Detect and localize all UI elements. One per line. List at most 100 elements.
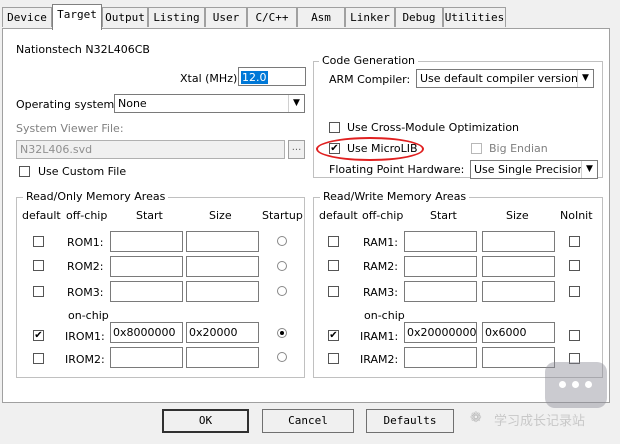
iram1-noinit-checkbox[interactable] <box>569 330 580 341</box>
ram3-size-input[interactable] <box>482 281 555 302</box>
rom3-size-input[interactable] <box>186 281 259 302</box>
ram2-label: RAM2: <box>363 260 398 273</box>
ram2-start-input[interactable] <box>404 256 477 277</box>
defaults-button[interactable]: Defaults <box>366 409 454 433</box>
chevron-down-icon: ▼ <box>288 95 304 112</box>
ram3-label: RAM3: <box>363 286 398 299</box>
compiler-label: ARM Compiler: <box>329 73 411 86</box>
ram1-start-input[interactable] <box>404 231 477 252</box>
watermark-badge-icon <box>545 362 607 408</box>
iram1-default-checkbox[interactable]: ✔ <box>328 330 339 341</box>
rw-header-noinit: NoInit <box>560 209 593 222</box>
ro-memory-title: Read/Only Memory Areas <box>23 190 169 203</box>
ro-header-default: default <box>22 209 61 222</box>
iram2-default-checkbox[interactable] <box>328 353 339 364</box>
ram1-noinit-checkbox[interactable] <box>569 236 580 247</box>
irom1-start-input[interactable]: 0x8000000 <box>110 322 183 343</box>
ram3-noinit-checkbox[interactable] <box>569 286 580 297</box>
iram1-label: IRAM1: <box>360 330 399 343</box>
rom3-default-checkbox[interactable] <box>33 286 44 297</box>
ram1-default-checkbox[interactable] <box>328 236 339 247</box>
custom-file-checkbox[interactable] <box>19 166 30 177</box>
irom2-startup-radio[interactable] <box>277 352 287 362</box>
ro-header-start: Start <box>136 209 163 222</box>
rom1-label: ROM1: <box>67 236 104 249</box>
ram1-label: RAM1: <box>363 236 398 249</box>
cancel-button[interactable]: Cancel <box>262 409 354 433</box>
ok-button[interactable]: OK <box>162 409 249 433</box>
rom2-default-checkbox[interactable] <box>33 260 44 271</box>
tab-device[interactable]: Device <box>2 7 52 27</box>
rom1-size-input[interactable] <box>186 231 259 252</box>
rw-memory-title: Read/Write Memory Areas <box>320 190 470 203</box>
os-value: None <box>118 97 147 110</box>
rom2-size-input[interactable] <box>186 256 259 277</box>
code-generation-title: Code Generation <box>319 54 419 67</box>
rom3-start-input[interactable] <box>110 281 183 302</box>
xtal-label: Xtal (MHz): <box>180 72 241 85</box>
os-select[interactable]: None ▼ <box>114 94 305 113</box>
iram2-size-input[interactable] <box>482 347 555 368</box>
irom2-start-input[interactable] <box>110 347 183 368</box>
microlib-highlight <box>316 137 424 161</box>
rw-header-start: Start <box>430 209 457 222</box>
rw-onchip-label: on-chip <box>364 309 405 322</box>
svd-input: N32L406.svd <box>16 140 285 159</box>
ram1-size-input[interactable] <box>482 231 555 252</box>
watermark-text: 学习成长记录站 <box>494 414 586 429</box>
tab-listing[interactable]: Listing <box>148 7 205 27</box>
tab-cpp[interactable]: C/C++ <box>247 7 297 27</box>
rom1-default-checkbox[interactable] <box>33 236 44 247</box>
custom-file-label: Use Custom File <box>38 165 127 178</box>
xtal-input[interactable]: 12.0 <box>238 67 306 86</box>
compiler-value: Use default compiler version <box>420 72 578 85</box>
irom2-default-checkbox[interactable] <box>33 353 44 364</box>
rom1-startup-radio[interactable] <box>277 236 287 246</box>
irom1-default-checkbox[interactable]: ✔ <box>33 330 44 341</box>
irom1-startup-radio[interactable] <box>277 328 287 338</box>
chevron-down-icon: ▼ <box>581 161 597 178</box>
ram3-start-input[interactable] <box>404 281 477 302</box>
tab-linker[interactable]: Linker <box>345 7 395 27</box>
tab-debug[interactable]: Debug <box>395 7 443 27</box>
tab-utilities[interactable]: Utilities <box>443 7 506 27</box>
rom2-startup-radio[interactable] <box>277 261 287 271</box>
irom1-size-input[interactable]: 0x20000 <box>186 322 259 343</box>
iram2-label: IRAM2: <box>360 353 399 366</box>
fp-select[interactable]: Use Single Precision ▼ <box>470 160 598 179</box>
compiler-select[interactable]: Use default compiler version ▼ <box>416 69 594 88</box>
ro-onchip-label: on-chip <box>68 309 109 322</box>
fp-label: Floating Point Hardware: <box>329 163 465 176</box>
rw-header-offchip: off-chip <box>362 209 404 222</box>
tab-user[interactable]: User <box>205 7 247 27</box>
ro-header-startup: Startup <box>262 209 303 222</box>
tab-output[interactable]: Output <box>102 7 148 27</box>
ram2-size-input[interactable] <box>482 256 555 277</box>
device-name: Nationstech N32L406CB <box>16 43 150 56</box>
tab-bar: Device Target Output Listing User C/C++ … <box>0 0 620 30</box>
iram1-size-input[interactable]: 0x6000 <box>482 322 555 343</box>
irom1-label: IROM1: <box>65 330 105 343</box>
os-label: Operating system: <box>16 98 118 111</box>
rom3-startup-radio[interactable] <box>277 286 287 296</box>
rom1-start-input[interactable] <box>110 231 183 252</box>
ram2-noinit-checkbox[interactable] <box>569 260 580 271</box>
rom3-label: ROM3: <box>67 286 104 299</box>
ram2-default-checkbox[interactable] <box>328 260 339 271</box>
cross-module-label: Use Cross-Module Optimization <box>347 121 520 134</box>
rom2-start-input[interactable] <box>110 256 183 277</box>
rw-header-size: Size <box>506 209 529 222</box>
tab-asm[interactable]: Asm <box>297 7 345 27</box>
ram3-default-checkbox[interactable] <box>328 286 339 297</box>
cross-module-checkbox[interactable] <box>329 122 340 133</box>
big-endian-checkbox <box>471 143 482 154</box>
tab-target[interactable]: Target <box>52 4 102 30</box>
rom2-label: ROM2: <box>67 260 104 273</box>
irom2-size-input[interactable] <box>186 347 259 368</box>
big-endian-label: Big Endian <box>489 142 548 155</box>
iram2-start-input[interactable] <box>404 347 477 368</box>
ro-header-offchip: off-chip <box>66 209 108 222</box>
fp-value: Use Single Precision <box>474 163 585 176</box>
iram1-start-input[interactable]: 0x20000000 <box>404 322 477 343</box>
irom2-label: IROM2: <box>65 353 105 366</box>
